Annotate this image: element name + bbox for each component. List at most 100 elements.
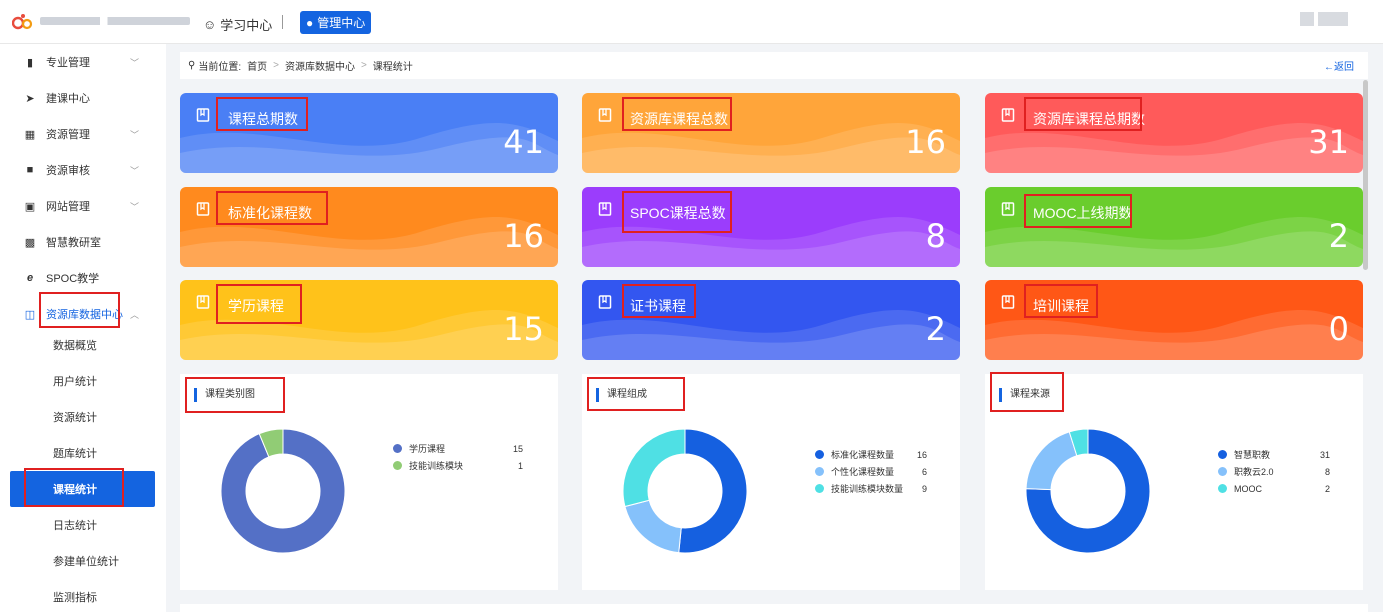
legend-label: 智慧职教 xyxy=(1234,450,1271,460)
card-title: 标准化课程数 xyxy=(228,205,312,221)
sidebar-item-research[interactable]: ▩ 智慧教研室 xyxy=(0,224,166,260)
sidebar-item-label: 课程统计 xyxy=(53,484,97,496)
legend-item[interactable]: 标准化课程数量 16 xyxy=(815,446,927,463)
sidebar-subitem-course-stats[interactable]: 课程统计 xyxy=(10,471,155,507)
donut-chart xyxy=(220,428,346,554)
nav-study-center[interactable]: ☺ 学习中心 xyxy=(203,15,272,34)
donut-slice[interactable] xyxy=(678,428,748,554)
monitor-icon: ▣ xyxy=(24,200,36,213)
sidebar-item-label: 参建单位统计 xyxy=(53,556,119,568)
panel-title: 课程来源 xyxy=(999,388,1050,402)
legend-item[interactable]: 学历课程 15 xyxy=(393,440,523,457)
card-value: 31 xyxy=(1308,123,1349,161)
site-name-blurred xyxy=(40,17,190,25)
sidebar-subitem-resources[interactable]: 资源统计 xyxy=(0,399,166,435)
breadcrumb-home[interactable]: 首页 xyxy=(247,58,267,73)
sidebar-item-major[interactable]: ▮ 专业管理 ﹀ xyxy=(0,44,166,80)
scrollbar[interactable] xyxy=(1363,80,1368,270)
sidebar-item-review[interactable]: ■ 资源审核 ﹀ xyxy=(0,152,166,188)
donut-slice[interactable] xyxy=(624,499,682,554)
legend-dot xyxy=(815,484,824,493)
legend-item[interactable]: 职教云2.0 8 xyxy=(1218,463,1330,480)
ie-icon: e xyxy=(26,272,34,284)
send-icon: ➤ xyxy=(25,92,35,105)
panel-course-composition: 课程组成标准化课程数量 16 个性化课程数量 6 技能训练模块数量 9 xyxy=(582,374,960,590)
sidebar-subitem-overview[interactable]: 数据概览 xyxy=(0,327,166,363)
card-library-course-terms[interactable]: 资源库课程总期数 31 xyxy=(985,93,1363,173)
users-icon: ● xyxy=(306,15,314,30)
sidebar-item-label: 智慧教研室 xyxy=(46,237,101,249)
donut-slice[interactable] xyxy=(1025,431,1078,491)
legend-item[interactable]: 智慧职教 31 xyxy=(1218,446,1330,463)
book-icon xyxy=(598,108,612,122)
legend-dot xyxy=(393,444,402,453)
legend-item[interactable]: 技能训练模块数量 9 xyxy=(815,480,927,497)
card-title: SPOC课程总数 xyxy=(630,205,726,221)
sidebar-item-course-build[interactable]: ➤ 建课中心 xyxy=(0,80,166,116)
sidebar-item-spoc[interactable]: e SPOC教学 xyxy=(0,260,166,296)
sidebar-subitem-monitor[interactable]: 监测指标 xyxy=(0,579,166,612)
card-mooc-terms[interactable]: MOOC上线期数 2 xyxy=(985,187,1363,267)
legend-value: 31 xyxy=(1319,449,1330,460)
legend-dot xyxy=(393,461,402,470)
card-spoc-courses[interactable]: SPOC课程总数 8 xyxy=(582,187,960,267)
panel-title: 课程组成 xyxy=(596,388,647,402)
wave-decoration xyxy=(582,310,960,360)
book-icon: ▮ xyxy=(26,56,34,69)
wave-decoration xyxy=(985,310,1363,360)
legend-label: 职教云2.0 xyxy=(1234,467,1274,477)
legend-item[interactable]: MOOC 2 xyxy=(1218,480,1330,497)
legend-label: 标准化课程数量 xyxy=(831,450,895,460)
sidebar: ▮ 专业管理 ﹀ ➤ 建课中心 ▦ 资源管理 ﹀ ■ 资源审核 ﹀ ▣ 网站管理… xyxy=(0,44,166,612)
back-link[interactable]: ←返回 xyxy=(1324,58,1354,73)
donut-slice[interactable] xyxy=(622,428,686,508)
book-icon xyxy=(196,295,210,309)
legend-label: MOOC xyxy=(1234,483,1262,494)
sidebar-subitem-logs[interactable]: 日志统计 xyxy=(0,507,166,543)
card-course-total-terms[interactable]: 课程总期数 41 xyxy=(180,93,558,173)
card-title: MOOC上线期数 xyxy=(1033,205,1133,221)
breadcrumb-separator: > xyxy=(360,60,367,71)
wave-decoration xyxy=(985,123,1363,173)
sidebar-item-label: 资源统计 xyxy=(53,412,97,424)
card-value: 8 xyxy=(925,217,946,255)
card-training-courses[interactable]: 培训课程 0 xyxy=(985,280,1363,360)
review-icon: ■ xyxy=(26,164,34,176)
sidebar-item-label: 专业管理 xyxy=(46,57,90,69)
card-certificate-courses[interactable]: 证书课程 2 xyxy=(582,280,960,360)
card-library-course-total[interactable]: 资源库课程总数 16 xyxy=(582,93,960,173)
panel-course-source: 课程来源智慧职教 31 职教云2.0 8 MOOC 2 xyxy=(985,374,1363,590)
card-standard-courses[interactable]: 标准化课程数 16 xyxy=(180,187,558,267)
wave-decoration xyxy=(582,217,960,267)
card-title: 资源库课程总期数 xyxy=(1033,111,1145,127)
wave-decoration xyxy=(180,310,558,360)
top-bar: ☺ 学习中心 ● 管理中心 xyxy=(0,0,1383,44)
card-degree-courses[interactable]: 学历课程 15 xyxy=(180,280,558,360)
donut-chart xyxy=(622,428,748,554)
legend-item[interactable]: 个性化课程数量 6 xyxy=(815,463,927,480)
legend-item[interactable]: 技能训练模块 1 xyxy=(393,457,523,474)
sidebar-subitem-units[interactable]: 参建单位统计 xyxy=(0,543,166,579)
location-icon: ⚲ xyxy=(188,60,196,71)
sidebar-item-label: 日志统计 xyxy=(53,520,97,532)
logo-icon[interactable] xyxy=(12,13,34,31)
breadcrumb-current: 课程统计 xyxy=(372,62,413,73)
legend-value: 2 xyxy=(1324,483,1330,494)
card-title: 课程总期数 xyxy=(228,111,298,127)
card-value: 41 xyxy=(503,123,544,161)
sidebar-subitem-question-bank[interactable]: 题库统计 xyxy=(0,435,166,471)
sidebar-item-label: 资源审核 xyxy=(46,165,90,177)
breadcrumb-data-center[interactable]: 资源库数据中心 xyxy=(285,58,355,73)
wave-decoration xyxy=(180,123,558,173)
sidebar-item-resource[interactable]: ▦ 资源管理 ﹀ xyxy=(0,116,166,152)
book-icon xyxy=(196,202,210,216)
sidebar-item-website[interactable]: ▣ 网站管理 ﹀ xyxy=(0,188,166,224)
nav-manage-center[interactable]: ● 管理中心 xyxy=(300,11,372,34)
legend-dot xyxy=(1218,484,1227,493)
sidebar-subitem-users[interactable]: 用户统计 xyxy=(0,363,166,399)
book-icon xyxy=(1001,108,1015,122)
book-icon xyxy=(598,295,612,309)
legend-dot xyxy=(815,450,824,459)
card-value: 15 xyxy=(503,310,544,348)
avatar[interactable] xyxy=(1300,12,1360,26)
